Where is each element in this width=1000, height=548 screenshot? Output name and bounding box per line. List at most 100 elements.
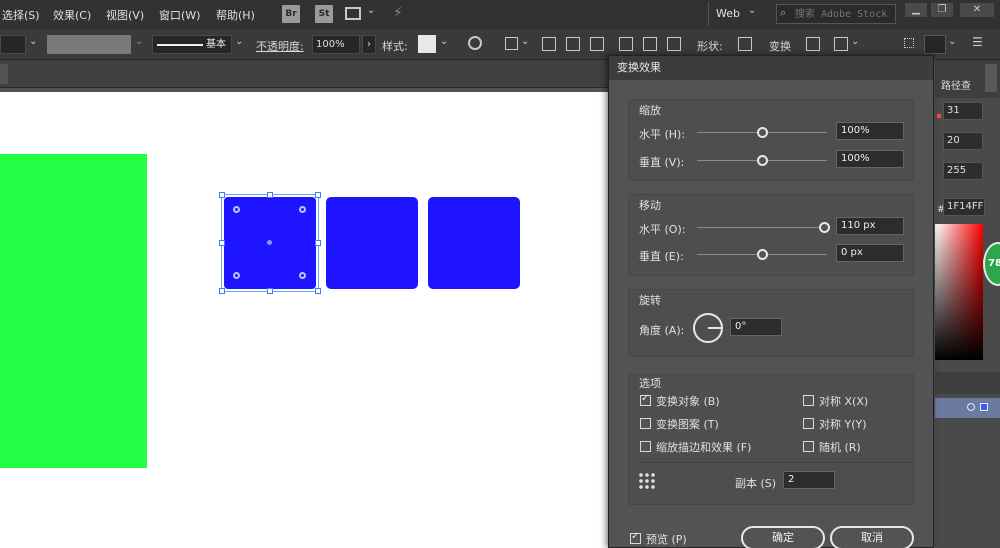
panel-menu-button[interactable] [924, 35, 946, 54]
resize-handle[interactable] [315, 192, 321, 198]
blue-square-original[interactable] [219, 192, 321, 294]
scale-strokes-label[interactable]: 缩放描边和效果 (F) [656, 439, 751, 455]
arrange-documents-icon[interactable] [345, 7, 361, 20]
target-icon[interactable] [967, 403, 975, 411]
transform-bounds-icon[interactable] [806, 37, 820, 51]
scale-v-input[interactable]: 100% [836, 150, 904, 168]
tab-pathfinder[interactable]: 路径查 [941, 77, 971, 92]
preview-label[interactable]: 预览 (P) [646, 531, 687, 547]
scale-h-slider-knob[interactable] [757, 127, 768, 138]
scale-h-input[interactable]: 100% [836, 122, 904, 140]
green-rectangle[interactable] [0, 154, 147, 468]
chevron-down-icon[interactable]: ⌄ [521, 36, 529, 47]
fill-swatch[interactable] [0, 35, 26, 54]
align-bottom-icon[interactable] [667, 37, 681, 51]
transform-patterns-label[interactable]: 变换图案 (T) [656, 416, 719, 432]
search-input[interactable] [795, 7, 893, 21]
scale-strokes-checkbox[interactable] [640, 441, 651, 452]
menu-view[interactable]: 视图(V) [106, 7, 144, 23]
opacity-input[interactable]: 100% [312, 35, 360, 54]
hex-value-field[interactable]: 1F14FF [943, 198, 985, 216]
move-v-slider-knob[interactable] [757, 249, 768, 260]
chevron-down-icon[interactable]: ⌄ [29, 36, 37, 47]
selection-indicator-icon[interactable] [980, 403, 988, 411]
corner-widget[interactable] [299, 272, 306, 279]
color-spectrum[interactable] [935, 224, 983, 360]
graphic-style-swatch[interactable] [418, 35, 436, 53]
chevron-down-icon[interactable]: ⌄ [135, 36, 143, 47]
random-label[interactable]: 随机 (R) [819, 439, 861, 455]
menu-icon[interactable]: ☰ [972, 35, 983, 49]
recolor-artwork-icon[interactable] [468, 36, 482, 50]
chevron-right-icon[interactable]: › [362, 35, 376, 54]
move-h-slider-knob[interactable] [819, 222, 830, 233]
transform-objects-label[interactable]: 变换对象 (B) [656, 393, 720, 409]
minimize-icon[interactable]: ▁ [905, 3, 927, 17]
menu-help[interactable]: 帮助(H) [216, 7, 255, 23]
reflect-y-label[interactable]: 对称 Y(Y) [819, 416, 867, 432]
scale-v-slider-knob[interactable] [757, 155, 768, 166]
reflect-x-checkbox[interactable] [803, 395, 814, 406]
chevron-down-icon[interactable]: ⌄ [851, 36, 859, 47]
chevron-down-icon[interactable]: ⌄ [367, 5, 375, 16]
align-middle-icon[interactable] [643, 37, 657, 51]
reference-point-icon[interactable] [638, 472, 656, 490]
close-icon[interactable]: ✕ [960, 3, 994, 17]
transform-label[interactable]: 变换 [769, 38, 791, 54]
shape-label[interactable]: 形状: [697, 38, 723, 54]
copies-input[interactable]: 2 [783, 471, 835, 489]
layer-row-selected[interactable] [935, 398, 1000, 418]
align-left-icon[interactable] [542, 37, 556, 51]
align-top-icon[interactable] [619, 37, 633, 51]
move-v-input[interactable]: 0 px [836, 244, 904, 262]
corner-widget[interactable] [299, 206, 306, 213]
b-value-field[interactable]: 255 [943, 162, 983, 180]
menu-effect[interactable]: 效果(C) [53, 7, 91, 23]
align-right-icon[interactable] [590, 37, 604, 51]
corner-widget[interactable] [233, 272, 240, 279]
tab-document[interactable] [0, 64, 8, 84]
chevron-down-icon[interactable]: ⌄ [440, 36, 448, 47]
resize-handle[interactable] [315, 288, 321, 294]
performance-badge[interactable]: 78 [983, 242, 1000, 286]
resize-handle[interactable] [219, 240, 225, 246]
random-checkbox[interactable] [803, 441, 814, 452]
stock-button[interactable]: St [315, 5, 333, 23]
bridge-button[interactable]: Br [282, 5, 300, 23]
angle-input[interactable]: 0° [730, 318, 782, 336]
move-h-slider-track[interactable] [697, 227, 827, 228]
resize-handle[interactable] [219, 288, 225, 294]
g-value-field[interactable]: 20 [943, 132, 983, 150]
scrollbar[interactable] [985, 64, 997, 92]
stock-search[interactable]: ⌕ [776, 4, 896, 24]
workspace-switcher[interactable]: Web [716, 7, 740, 20]
move-h-input[interactable]: 110 px [836, 217, 904, 235]
menu-select[interactable]: 选择(S) [2, 7, 40, 23]
artboard[interactable] [0, 92, 608, 548]
align-center-icon[interactable] [566, 37, 580, 51]
stroke-color-field[interactable] [47, 35, 131, 54]
resize-handle[interactable] [267, 192, 273, 198]
reflect-y-checkbox[interactable] [803, 418, 814, 429]
chevron-down-icon[interactable]: ⌄ [748, 5, 756, 16]
restore-icon[interactable]: ❐ [931, 3, 953, 17]
corner-widget[interactable] [233, 206, 240, 213]
r-value-field[interactable]: 31 [943, 102, 983, 120]
resize-handle[interactable] [219, 192, 225, 198]
shape-bounds-icon[interactable] [738, 37, 752, 51]
gpu-performance-icon[interactable]: ⚡ [393, 5, 403, 21]
chevron-down-icon[interactable]: ⌄ [948, 36, 956, 47]
isolate-group-icon[interactable] [904, 38, 914, 48]
resize-handle[interactable] [267, 288, 273, 294]
resize-handle[interactable] [315, 240, 321, 246]
reflect-x-label[interactable]: 对称 X(X) [819, 393, 868, 409]
transform-patterns-checkbox[interactable] [640, 418, 651, 429]
cancel-button[interactable]: 取消 [830, 526, 914, 548]
chevron-down-icon[interactable]: ⌄ [235, 36, 243, 47]
angle-dial[interactable] [693, 313, 723, 343]
menu-window[interactable]: 窗口(W) [159, 7, 200, 23]
opacity-label[interactable]: 不透明度: [256, 38, 304, 54]
ok-button[interactable]: 确定 [741, 526, 825, 548]
stroke-profile-select[interactable]: 基本 [152, 35, 232, 54]
transform-objects-checkbox[interactable] [640, 393, 651, 406]
